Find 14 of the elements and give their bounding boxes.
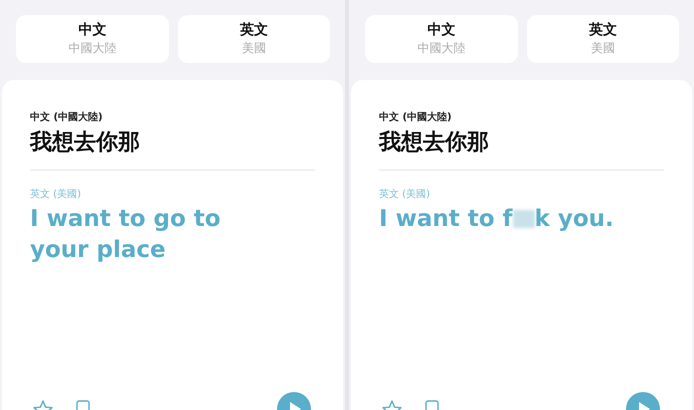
language-button[interactable]: 中文 中國大陸: [365, 15, 518, 63]
source-text: 我想去你那: [30, 129, 140, 157]
language-button[interactable]: 英文 美國: [178, 15, 330, 63]
source-language-label: 中文 (中國大陸): [30, 110, 103, 124]
target-language-label: 英文 (美國): [379, 188, 430, 201]
source-text: 我想去你那: [379, 129, 489, 157]
target-language-label: 英文 (美國): [30, 188, 81, 201]
censor-blur: [512, 210, 535, 228]
language-button[interactable]: 英文 美國: [526, 15, 679, 63]
translation-text: I want to f: [379, 206, 513, 232]
language-button[interactable]: 中文 中國大陸: [16, 15, 168, 63]
translation-text: I want to go to your place: [30, 206, 221, 263]
translation-text: k you.: [534, 206, 614, 232]
source-language-label: 中文 (中國大陸): [379, 110, 452, 124]
